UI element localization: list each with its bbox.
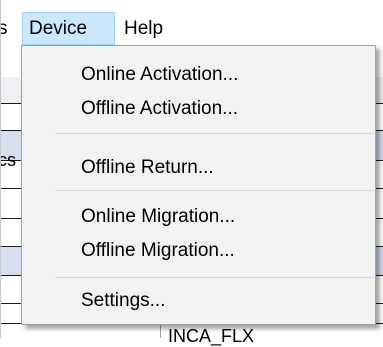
menu-separator <box>55 190 373 191</box>
table-cell-text: INCA_FLX <box>168 326 255 346</box>
window-edge <box>0 0 1 338</box>
menu-item-online-activation[interactable]: Online Activation... <box>22 58 375 91</box>
menu-separator <box>55 277 373 278</box>
menu-item-offline-return[interactable]: Offline Return... <box>22 151 375 184</box>
menu-bar: s Device Help <box>0 0 383 47</box>
menu-item-settings[interactable]: Settings... <box>22 284 375 317</box>
menu-separator <box>55 133 373 134</box>
menu-device[interactable]: Device <box>22 12 115 45</box>
menu-item-offline-migration[interactable]: Offline Migration... <box>22 234 375 267</box>
menu-item-offline-activation[interactable]: Offline Activation... <box>22 92 375 125</box>
menu-item-online-migration[interactable]: Online Migration... <box>22 200 375 233</box>
menu-help[interactable]: Help <box>118 12 169 45</box>
menu-partial-item[interactable]: s <box>0 12 12 45</box>
table-cell-text: cs <box>0 150 16 170</box>
device-dropdown-menu: Online Activation... Offline Activation.… <box>21 45 376 325</box>
